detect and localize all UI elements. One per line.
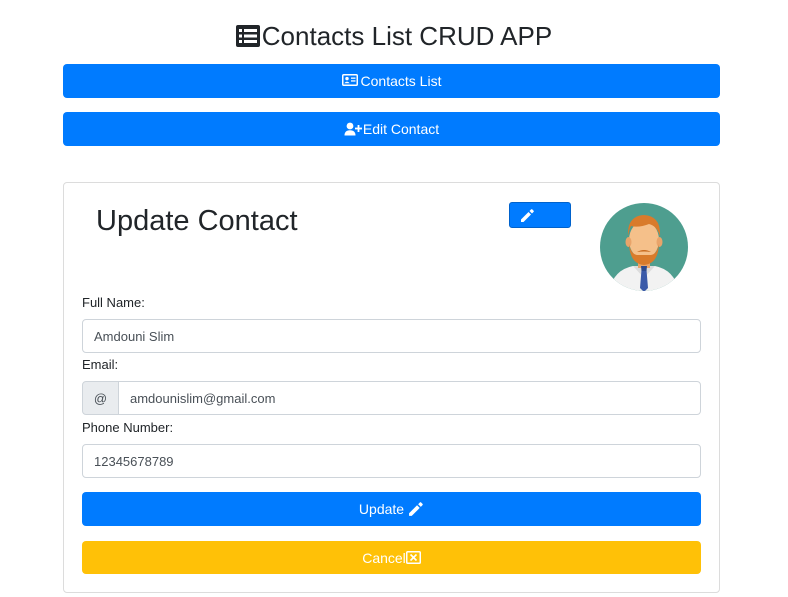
contacts-list-label: Contacts List: [360, 73, 442, 89]
card-title: Update Contact: [96, 205, 298, 237]
app-title-text: Contacts List CRUD APP: [261, 21, 553, 51]
pencil-icon: [520, 208, 535, 223]
update-contact-card: Update Contact Full Name: Amdouni Slim E…: [63, 182, 720, 593]
full-name-input[interactable]: [82, 319, 701, 353]
close-box-icon: [405, 551, 421, 564]
cancel-button-label: Cancel: [362, 549, 406, 566]
email-prefix-addon: @: [82, 381, 119, 415]
user-plus-icon: [344, 122, 362, 136]
list-icon: [235, 25, 260, 47]
phone-number-label: Phone Number:: [82, 420, 174, 435]
email-label: Email:: [82, 357, 119, 372]
edit-toggle-button[interactable]: [509, 202, 571, 228]
address-card-icon: [341, 74, 360, 88]
edit-contact-button[interactable]: Edit Contact: [63, 112, 720, 146]
avatar: [599, 202, 689, 292]
cancel-button[interactable]: Cancel: [82, 541, 701, 574]
pencil-icon: [406, 501, 424, 517]
phone-number-input[interactable]: [82, 444, 701, 478]
contacts-list-button[interactable]: Contacts List: [63, 64, 720, 98]
full-name-label: Full Name:: [82, 295, 145, 310]
email-input[interactable]: [118, 381, 701, 415]
edit-contact-label: Edit Contact: [362, 121, 440, 137]
app-title: Contacts List CRUD APP: [0, 18, 788, 54]
update-button-label: Update: [358, 501, 405, 517]
email-input-group: @: [82, 381, 701, 415]
update-button[interactable]: Update: [82, 492, 701, 526]
